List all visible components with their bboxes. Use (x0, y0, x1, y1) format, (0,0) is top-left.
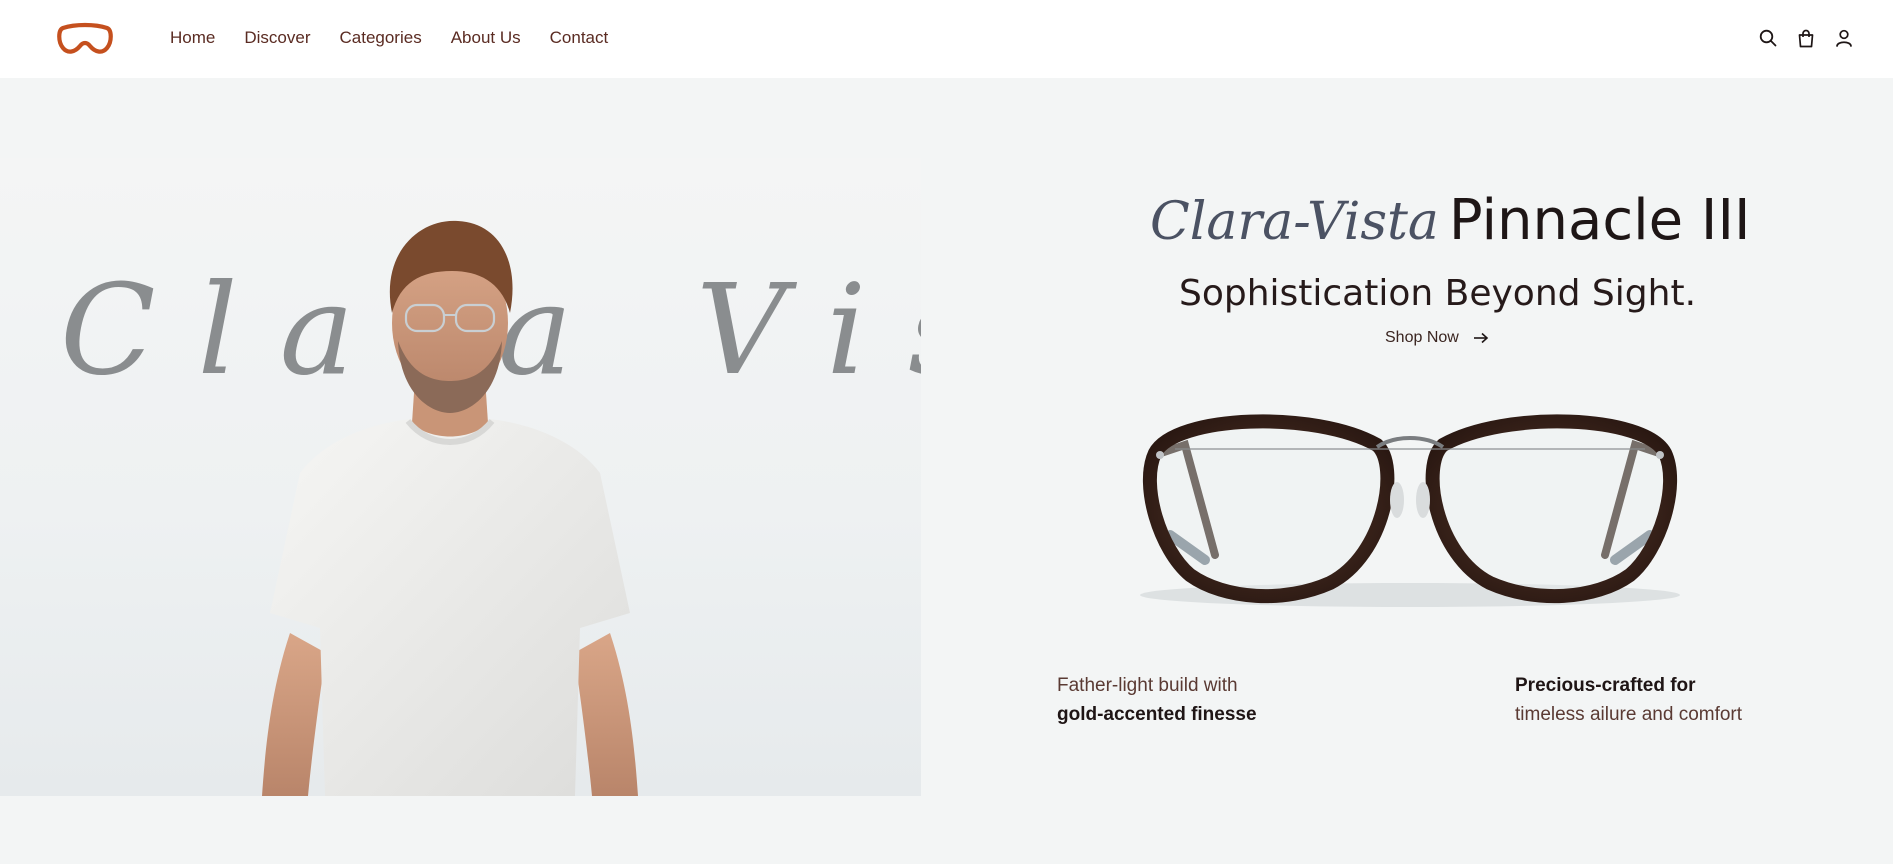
shopping-bag-icon[interactable] (1795, 25, 1817, 51)
nav-contact[interactable]: Contact (550, 28, 609, 48)
brand-name: Clara-Vista (1150, 192, 1439, 252)
arrow-right-icon (1473, 332, 1489, 344)
feature-2-line1: Precious-crafted for (1515, 675, 1696, 696)
model-name: Pinnacle III (1448, 188, 1751, 253)
feature-lightweight: Father-light build with gold-accented fi… (1057, 671, 1257, 729)
goggles-logo-icon[interactable] (57, 22, 113, 56)
site-header: Home Discover Categories About Us Contac… (0, 0, 1893, 78)
eyeglasses-product-image (1140, 414, 1680, 607)
nav-categories[interactable]: Categories (339, 28, 421, 48)
feature-1-line1: Father-light build with (1057, 675, 1238, 696)
feature-craftsmanship: Precious-crafted for timeless ailure and… (1515, 671, 1742, 729)
nav-about-us[interactable]: About Us (451, 28, 521, 48)
tagline: Sophistication Beyond Sight. (1178, 273, 1697, 314)
model-photo (262, 220, 638, 796)
feature-1-line2: gold-accented finesse (1057, 704, 1257, 725)
header-actions (1757, 25, 1855, 51)
search-icon[interactable] (1757, 25, 1779, 51)
feature-2-line2: timeless ailure and comfort (1515, 704, 1743, 725)
nav-home[interactable]: Home (170, 28, 215, 48)
shop-now-label: Shop Now (1385, 329, 1459, 346)
nav-discover[interactable]: Discover (244, 28, 310, 48)
shop-now-button[interactable]: Shop Now (1385, 329, 1489, 347)
hero-model-panel: Clara Vista (0, 158, 921, 796)
user-icon[interactable] (1833, 25, 1855, 51)
main-nav: Home Discover Categories About Us Contac… (170, 0, 608, 76)
product-title: Clara-Vista Pinnacle III (1150, 188, 1750, 253)
